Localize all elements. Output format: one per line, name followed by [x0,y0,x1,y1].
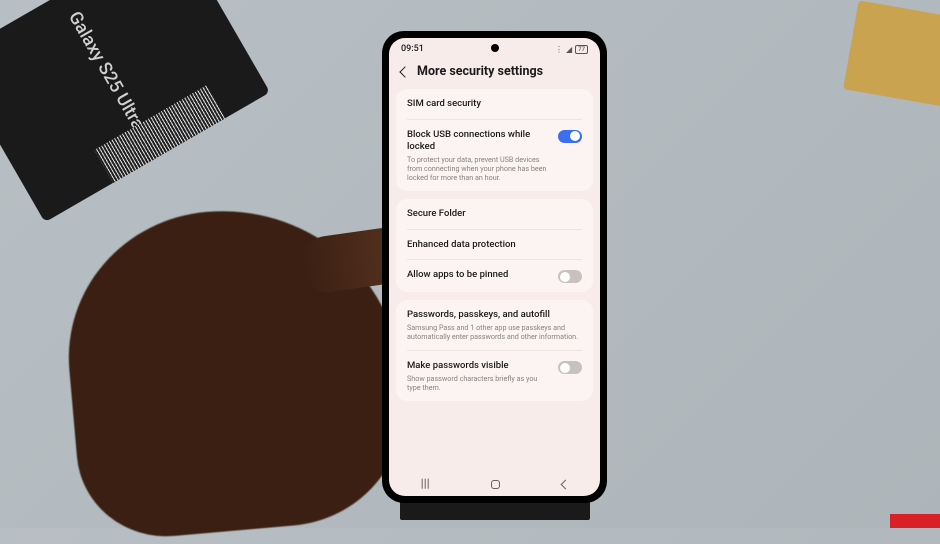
settings-list[interactable]: SIM card security Block USB connections … [389,89,600,472]
phone-stand [400,500,590,520]
row-title: Passwords, passkeys, and autofill [407,309,582,321]
row-title: SIM card security [407,98,582,110]
wifi-icon: ⋮ [555,45,563,54]
nav-bar [389,472,600,496]
row-title: Make passwords visible [407,360,550,372]
row-allow-pin[interactable]: Allow apps to be pinned [396,260,593,292]
row-desc: To protect your data, prevent USB device… [407,155,550,182]
phone-screen: 09:51 ⋮ ◢ 77 More security settings SIM … [389,38,600,496]
nav-home-icon[interactable] [491,480,500,489]
toggle-allow-pin[interactable] [558,270,582,283]
phone-frame: 09:51 ⋮ ◢ 77 More security settings SIM … [382,31,607,503]
row-title: Block USB connections while locked [407,129,550,153]
background-object [843,0,940,109]
row-block-usb[interactable]: Block USB connections while locked To pr… [396,120,593,191]
signal-icon: ◢ [566,45,572,54]
row-desc: Show password characters briefly as you … [407,374,550,392]
row-passwords-autofill[interactable]: Passwords, passkeys, and autofill Samsun… [396,300,593,350]
group-passwords: Passwords, passkeys, and autofill Samsun… [396,300,593,401]
group-sim-usb: SIM card security Block USB connections … [396,89,593,191]
row-enhanced-data-protection[interactable]: Enhanced data protection [396,230,593,260]
camera-hole [491,44,499,52]
page-title: More security settings [417,64,543,79]
status-icons: ⋮ ◢ 77 [555,45,588,54]
row-title: Allow apps to be pinned [407,269,550,281]
row-make-passwords-visible[interactable]: Make passwords visible Show password cha… [396,351,593,401]
toggle-passwords-visible[interactable] [558,361,582,374]
row-sim-security[interactable]: SIM card security [396,89,593,119]
row-desc: Samsung Pass and 1 other app use passkey… [407,323,582,341]
nav-recents-icon[interactable] [424,479,425,489]
group-secure-pin: Secure Folder Enhanced data protection A… [396,199,593,293]
toggle-block-usb[interactable] [558,130,582,143]
status-time: 09:51 [401,44,424,54]
row-title: Secure Folder [407,208,582,220]
row-secure-folder[interactable]: Secure Folder [396,199,593,229]
youtube-subscribe-strip [890,514,940,528]
back-icon[interactable] [399,66,410,77]
header: More security settings [389,60,600,89]
row-title: Enhanced data protection [407,239,582,251]
nav-back-icon[interactable] [561,479,571,489]
battery-icon: 77 [575,45,588,54]
